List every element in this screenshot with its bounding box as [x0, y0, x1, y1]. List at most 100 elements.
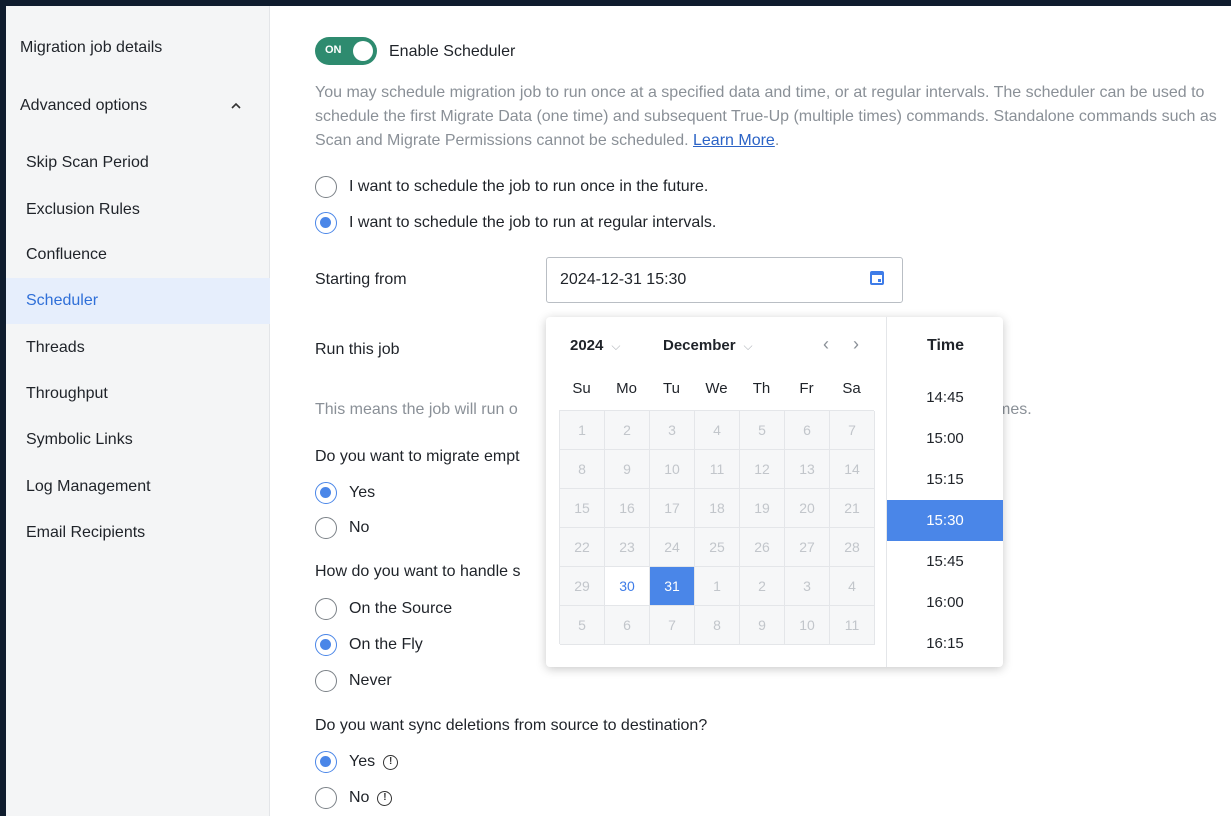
radio-button[interactable]: [315, 176, 337, 198]
schedule-once-option[interactable]: I want to schedule the job to run once i…: [315, 176, 708, 198]
radio-button[interactable]: [315, 634, 337, 656]
radio-button[interactable]: [315, 482, 337, 504]
sidebar-item-log-management[interactable]: Log Management: [6, 464, 270, 510]
toggle-state-label: ON: [325, 44, 342, 56]
calendar-day[interactable]: 31: [650, 567, 695, 606]
sidebar-item-confluence[interactable]: Confluence: [6, 232, 270, 278]
sidebar-item-label: Email Recipients: [26, 524, 146, 541]
radio-button[interactable]: [315, 598, 337, 620]
calendar-day: 4: [830, 567, 875, 606]
sidebar: Migration job details Advanced options S…: [6, 6, 270, 816]
time-column: Time 14:45 15:00 15:15 15:30 15:45 16:00 16:15: [886, 317, 1003, 667]
radio-button[interactable]: [315, 517, 337, 539]
handle-never[interactable]: Never: [315, 670, 392, 692]
time-option[interactable]: 14:45: [887, 377, 1003, 418]
calendar-day: 28: [830, 528, 875, 567]
calendar-day: 29: [560, 567, 605, 606]
calendar-day: 4: [695, 411, 740, 450]
enable-scheduler-toggle[interactable]: ON: [315, 37, 377, 65]
calendar-grid: 1 2 3 4 5 6 7 8 9 10 11 12 13 14 15 16 17 18 19 20 21 22 23 24 2…: [559, 410, 875, 645]
info-icon[interactable]: !: [377, 790, 393, 806]
radio-button[interactable]: [315, 787, 337, 809]
weekday-label: Fr: [799, 380, 814, 397]
next-month-icon[interactable]: ›: [853, 334, 859, 355]
datetime-picker-popup: 2024 ⌵ December ⌵ ‹ › Su Mo Tu We Th Fr Sa 12345…: [546, 317, 1003, 667]
calendar-day: 10: [650, 450, 695, 489]
time-option[interactable]: 16:15: [887, 623, 1003, 664]
sidebar-item-threads[interactable]: Threads: [6, 325, 270, 371]
weekday-label: We: [705, 380, 728, 397]
calendar-day: 2: [605, 411, 650, 450]
handle-on-the-fly[interactable]: On the Fly: [315, 634, 423, 656]
sidebar-item-label: Confluence: [26, 246, 107, 263]
time-option[interactable]: 15:15: [887, 459, 1003, 500]
radio-label: I want to schedule the job to run at reg…: [349, 214, 717, 231]
radio-label: I want to schedule the job to run once i…: [349, 178, 709, 195]
calendar-day: 17: [650, 489, 695, 528]
sidebar-item-migration-job-details[interactable]: Migration job details: [6, 25, 270, 71]
sidebar-item-scheduler[interactable]: Scheduler: [6, 278, 270, 324]
radio-button[interactable]: [315, 751, 337, 773]
calendar-day: 22: [560, 528, 605, 567]
calendar-day: 11: [830, 606, 875, 645]
time-option[interactable]: 15:00: [887, 418, 1003, 459]
calendar-day: 19: [740, 489, 785, 528]
sidebar-item-skip-scan-period[interactable]: Skip Scan Period: [6, 140, 270, 186]
sidebar-item-label: Symbolic Links: [26, 431, 133, 448]
learn-more-link[interactable]: Learn More: [693, 132, 775, 149]
sidebar-item-label: Scheduler: [26, 292, 99, 309]
month-select[interactable]: December ⌵: [663, 337, 753, 354]
year-select[interactable]: 2024 ⌵: [570, 337, 620, 354]
description-period: .: [774, 132, 780, 149]
migrate-empty-yes[interactable]: Yes: [315, 482, 375, 504]
radio-label: Yes: [349, 753, 376, 770]
calendar-day: 8: [695, 606, 740, 645]
time-option[interactable]: 16:00: [887, 582, 1003, 623]
calendar-day: 7: [830, 411, 875, 450]
chevron-up-icon: [231, 97, 241, 112]
info-icon[interactable]: !: [383, 754, 399, 770]
radio-label: Never: [349, 672, 392, 689]
calendar-day[interactable]: 30: [605, 567, 650, 606]
radio-button[interactable]: [315, 212, 337, 234]
calendar-day: 9: [740, 606, 785, 645]
sidebar-item-email-recipients[interactable]: Email Recipients: [6, 510, 270, 556]
sidebar-item-symbolic-links[interactable]: Symbolic Links: [6, 417, 270, 463]
sync-deletions-no[interactable]: No !: [315, 787, 393, 809]
calendar-day: 3: [785, 567, 830, 606]
radio-label: No: [349, 789, 370, 806]
frequency-hint-left: This means the job will run o: [315, 401, 518, 418]
time-header: Time: [926, 337, 965, 354]
calendar-day: 6: [785, 411, 830, 450]
calendar-day: 20: [785, 489, 830, 528]
sidebar-item-label: Advanced options: [20, 97, 148, 114]
migrate-empty-question: Do you want to migrate empt: [315, 448, 520, 465]
radio-label: On the Source: [349, 600, 453, 617]
calendar-day: 14: [830, 450, 875, 489]
sidebar-item-throughput[interactable]: Throughput: [6, 371, 270, 417]
sidebar-item-label: Throughput: [26, 385, 108, 402]
starting-from-input[interactable]: 2024-12-31 15:30: [546, 257, 903, 303]
calendar-day: 3: [650, 411, 695, 450]
radio-button[interactable]: [315, 670, 337, 692]
calendar-day: 12: [740, 450, 785, 489]
sidebar-item-exclusion-rules[interactable]: Exclusion Rules: [6, 187, 270, 233]
calendar-day: 21: [830, 489, 875, 528]
calendar-day: 26: [740, 528, 785, 567]
handle-on-source[interactable]: On the Source: [315, 598, 452, 620]
time-option[interactable]: 15:30: [887, 500, 1003, 541]
prev-month-icon[interactable]: ‹: [823, 334, 829, 355]
weekday-label: Th: [752, 380, 771, 397]
handle-question: How do you want to handle s: [315, 563, 521, 580]
schedule-intervals-option[interactable]: I want to schedule the job to run at reg…: [315, 212, 716, 234]
radio-label: Yes: [349, 484, 376, 501]
sync-deletions-yes[interactable]: Yes !: [315, 751, 399, 773]
sidebar-item-label: Threads: [26, 339, 85, 356]
migrate-empty-no[interactable]: No: [315, 517, 369, 539]
calendar-icon[interactable]: [870, 271, 884, 285]
run-this-job-label: Run this job: [315, 341, 400, 358]
calendar-day: 23: [605, 528, 650, 567]
scheduler-description: You may schedule migration job to run on…: [315, 81, 1225, 153]
sidebar-item-advanced-options[interactable]: Advanced options: [6, 83, 270, 129]
time-option[interactable]: 15:45: [887, 541, 1003, 582]
